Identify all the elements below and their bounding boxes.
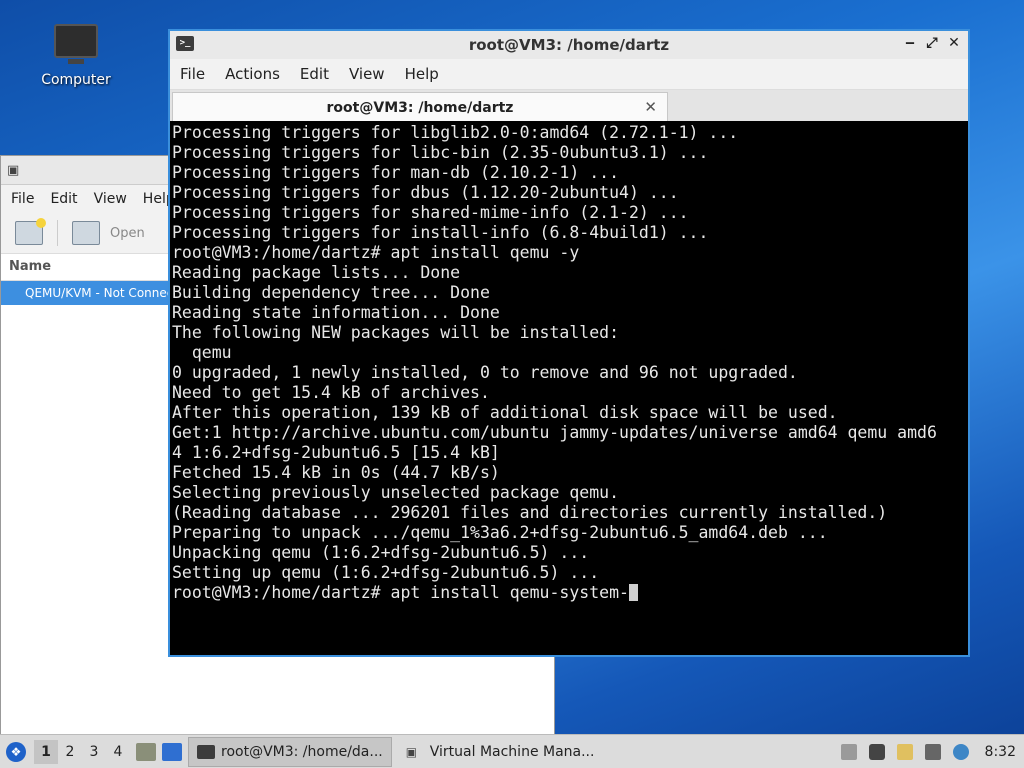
terminal-line: Reading package lists... Done	[172, 263, 461, 282]
terminal-cursor	[628, 584, 638, 601]
terminal-tab[interactable]: root@VM3: /home/dartz ✕	[172, 92, 668, 122]
workspace-1[interactable]: 1	[34, 739, 58, 764]
terminal-menu-actions[interactable]: Actions	[225, 65, 280, 83]
terminal-line: Processing triggers for libc-bin (2.35-0…	[172, 143, 709, 162]
workspace-switcher: 1 2 3 4	[34, 739, 130, 764]
new-vm-icon[interactable]	[15, 218, 46, 245]
volume-icon[interactable]	[868, 743, 885, 760]
maximize-icon[interactable]: ⤢	[926, 35, 938, 51]
terminal-line: Unpacking qemu (1:6.2+dfsg-2ubuntu6.5) .…	[172, 543, 590, 562]
terminal-line: Processing triggers for libglib2.0-0:amd…	[172, 123, 739, 142]
notification-icon[interactable]	[952, 743, 969, 760]
file-manager-icon[interactable]	[136, 742, 156, 761]
terminal-menu-file[interactable]: File	[180, 65, 205, 83]
task-terminal-label: root@VM3: /home/da...	[221, 743, 383, 760]
terminal-prompt-text: root@VM3:/home/dartz# apt install qemu-s…	[172, 583, 629, 602]
terminal-line: 4 1:6.2+dfsg-2ubuntu6.5 [15.4 kB]	[172, 443, 500, 462]
terminal-line: (Reading database ... 296201 files and d…	[172, 503, 888, 522]
terminal-line: Processing triggers for shared-mime-info…	[172, 203, 689, 222]
task-vmm-label: Virtual Machine Mana...	[429, 743, 595, 760]
terminal-menu-view[interactable]: View	[349, 65, 385, 83]
terminal-line: Building dependency tree... Done	[172, 283, 490, 302]
computer-icon	[54, 24, 98, 64]
terminal-icon: >_	[176, 36, 194, 51]
terminal-prompt-line: root@VM3:/home/dartz# apt install qemu-s…	[172, 583, 966, 603]
show-desktop-icon[interactable]	[162, 742, 182, 761]
desktop-computer-icon[interactable]: Computer	[38, 24, 114, 88]
terminal-menu-help[interactable]: Help	[405, 65, 439, 83]
terminal-line: Fetched 15.4 kB in 0s (44.7 kB/s)	[172, 463, 500, 482]
clipboard-icon[interactable]	[896, 743, 913, 760]
terminal-line: The following NEW packages will be insta…	[172, 323, 620, 342]
terminal-line: Reading state information... Done	[172, 303, 500, 322]
vmm-menu-file[interactable]: File	[11, 191, 34, 207]
terminal-line: Need to get 15.4 kB of archives.	[172, 383, 490, 402]
terminal-line: root@VM3:/home/dartz# apt install qemu -…	[172, 243, 580, 262]
terminal-line: Setting up qemu (1:6.2+dfsg-2ubuntu6.5) …	[172, 563, 600, 582]
network-icon[interactable]	[924, 743, 941, 760]
minimize-icon[interactable]: ‒	[904, 35, 916, 51]
terminal-line: After this operation, 139 kB of addition…	[172, 403, 838, 422]
task-vmm[interactable]: ▣ Virtual Machine Mana...	[398, 738, 603, 766]
terminal-output[interactable]: Processing triggers for libglib2.0-0:amd…	[170, 121, 968, 655]
desktop-computer-label: Computer	[41, 72, 111, 88]
terminal-title: root@VM3: /home/dartz	[468, 36, 670, 54]
close-icon[interactable]: ✕	[948, 35, 960, 51]
terminal-line: Preparing to unpack .../qemu_1%3a6.2+dfs…	[172, 523, 828, 542]
terminal-menubar: File Actions Edit View Help	[170, 59, 968, 90]
workspace-3[interactable]: 3	[82, 740, 106, 764]
workspace-2[interactable]: 2	[58, 740, 82, 764]
window-controls: ‒ ⤢ ✕	[904, 35, 960, 51]
terminal-line: 0 upgraded, 1 newly installed, 0 to remo…	[172, 363, 798, 382]
vmm-app-icon: ▣	[7, 163, 20, 178]
terminal-window: >_ root@VM3: /home/dartz ‒ ⤢ ✕ File Acti…	[168, 29, 970, 657]
terminal-line: Get:1 http://archive.ubuntu.com/ubuntu j…	[172, 423, 937, 442]
terminal-line: Processing triggers for install-info (6.…	[172, 223, 709, 242]
terminal-line: Selecting previously unselected package …	[172, 483, 620, 502]
vmm-menu-view[interactable]: View	[94, 191, 127, 207]
update-icon[interactable]	[840, 743, 857, 760]
clock[interactable]: 8:32	[985, 744, 1016, 760]
terminal-menu-edit[interactable]: Edit	[300, 65, 329, 83]
start-menu-icon[interactable]: ❖	[6, 741, 26, 762]
taskbar: ❖ 1 2 3 4 root@VM3: /home/da... ▣ Virtua…	[0, 734, 1024, 768]
open-button-label[interactable]: Open	[110, 226, 145, 241]
terminal-line: qemu	[172, 343, 232, 362]
terminal-titlebar[interactable]: >_ root@VM3: /home/dartz ‒ ⤢ ✕	[170, 31, 968, 59]
terminal-line: Processing triggers for man-db (2.10.2-1…	[172, 163, 620, 182]
system-tray: 8:32	[840, 735, 1024, 768]
terminal-task-icon	[197, 744, 215, 759]
terminal-tab-bar: root@VM3: /home/dartz ✕	[170, 90, 968, 123]
open-vm-icon[interactable]	[72, 221, 100, 245]
terminal-tab-title: root@VM3: /home/dartz	[326, 99, 514, 116]
terminal-line: Processing triggers for dbus (1.12.20-2u…	[172, 183, 679, 202]
toolbar-separator	[57, 220, 58, 246]
tab-close-icon[interactable]: ✕	[644, 98, 657, 116]
vmm-task-icon: ▣	[405, 744, 418, 759]
vmm-menu-edit[interactable]: Edit	[50, 191, 77, 207]
task-terminal[interactable]: root@VM3: /home/da...	[188, 736, 392, 767]
workspace-4[interactable]: 4	[106, 740, 130, 764]
